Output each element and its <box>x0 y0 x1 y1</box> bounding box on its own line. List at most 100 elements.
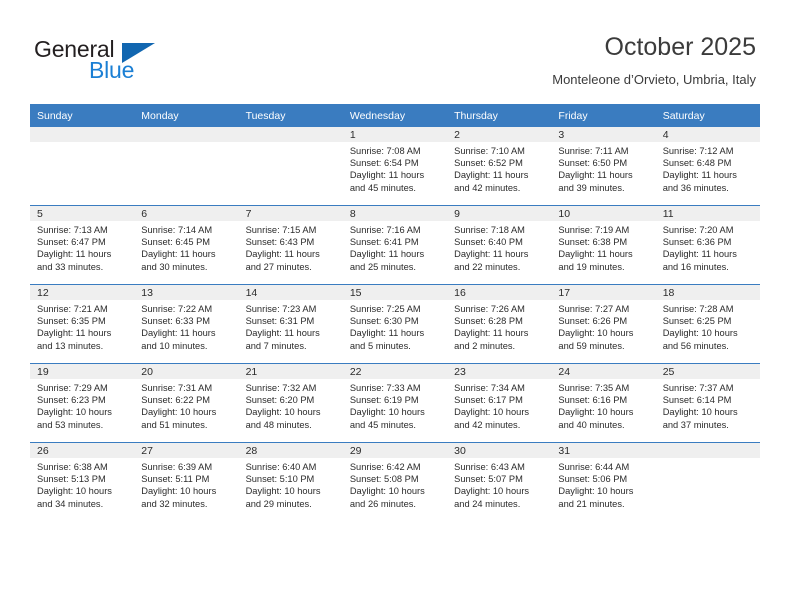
daylight-text: Daylight: 10 hours <box>141 407 217 418</box>
calendar-day-cell[interactable]: 15 Sunrise: 7:25 AM Sunset: 6:30 PM Dayligh… <box>342 284 448 364</box>
day-details: Sunrise: 7:18 AM Sunset: 6:40 PM Daylight:… <box>447 221 551 273</box>
daylight-text: and 16 minutes. <box>662 261 729 272</box>
calendar-day-cell[interactable]: 1 Sunrise: 7:08 AM Sunset: 6:54 PM Daylight… <box>342 127 448 206</box>
sunset-text: Sunset: 6:38 PM <box>558 237 628 248</box>
day-details: Sunrise: 7:22 AM Sunset: 6:33 PM Daylight:… <box>134 300 238 352</box>
calendar-day-cell[interactable]: 28 Sunrise: 6:40 AM Sunset: 5:10 PM Dayligh… <box>238 442 343 521</box>
day-details: Sunrise: 7:20 AM Sunset: 6:36 PM Daylight:… <box>656 221 760 273</box>
day-number <box>134 127 239 142</box>
calendar-page: General Blue October 2025 Monteleone d’O… <box>0 0 792 612</box>
day-cell-inner: 29 Sunrise: 6:42 AM Sunset: 5:08 PM Dayligh… <box>342 443 448 521</box>
logo-word-blue: Blue <box>89 57 135 83</box>
day-details: Sunrise: 7:34 AM Sunset: 6:17 PM Daylight:… <box>447 379 551 431</box>
calendar-day-cell[interactable]: 22 Sunrise: 7:33 AM Sunset: 6:19 PM Dayligh… <box>342 363 448 443</box>
calendar-day-cell[interactable]: 14 Sunrise: 7:23 AM Sunset: 6:31 PM Dayligh… <box>238 284 343 364</box>
day-number: 12 <box>30 285 135 300</box>
sunset-text: Sunset: 6:26 PM <box>558 316 628 327</box>
daylight-text: Daylight: 11 hours <box>454 249 529 260</box>
sunset-text: Sunset: 5:10 PM <box>245 474 315 485</box>
sunrise-sunset-calendar: Sunday Monday Tuesday Wednesday Thursday Frid… <box>30 104 760 521</box>
daylight-text: Daylight: 10 hours <box>37 407 112 418</box>
day-details: Sunrise: 7:29 AM Sunset: 6:23 PM Daylight:… <box>30 379 134 431</box>
day-details: Sunrise: 7:31 AM Sunset: 6:22 PM Daylight:… <box>134 379 238 431</box>
calendar-day-cell[interactable]: 19 Sunrise: 7:29 AM Sunset: 6:23 PM Dayligh… <box>30 363 135 443</box>
day-number: 19 <box>30 364 135 379</box>
calendar-day-cell[interactable]: 13 Sunrise: 7:22 AM Sunset: 6:33 PM Dayligh… <box>134 284 239 364</box>
calendar-day-cell[interactable]: 25 Sunrise: 7:37 AM Sunset: 6:14 PM Dayligh… <box>655 363 760 443</box>
daylight-text: and 34 minutes. <box>37 498 104 509</box>
calendar-day-cell[interactable]: 11 Sunrise: 7:20 AM Sunset: 6:36 PM Dayligh… <box>655 205 760 285</box>
calendar-week-row: 26 Sunrise: 6:38 AM Sunset: 5:13 PM Dayligh… <box>30 442 760 521</box>
daylight-text: and 56 minutes. <box>662 340 729 351</box>
calendar-day-cell[interactable]: 17 Sunrise: 7:27 AM Sunset: 6:26 PM Dayligh… <box>551 284 656 364</box>
day-cell-inner: 28 Sunrise: 6:40 AM Sunset: 5:10 PM Dayligh… <box>238 443 343 521</box>
calendar-week-row: 19 Sunrise: 7:29 AM Sunset: 6:23 PM Dayligh… <box>30 363 760 443</box>
day-cell-inner: 8 Sunrise: 7:16 AM Sunset: 6:41 PM Daylight… <box>342 206 448 284</box>
daylight-text: Daylight: 11 hours <box>349 170 425 181</box>
calendar-header-row: Sunday Monday Tuesday Wednesday Thursday Frid… <box>30 104 760 127</box>
calendar-day-cell[interactable]: 29 Sunrise: 6:42 AM Sunset: 5:08 PM Dayligh… <box>342 442 448 521</box>
day-details: Sunrise: 6:40 AM Sunset: 5:10 PM Daylight:… <box>239 458 343 510</box>
sunset-text: Sunset: 6:45 PM <box>141 237 211 248</box>
daylight-text: Daylight: 11 hours <box>141 328 216 339</box>
calendar-week-row: 12 Sunrise: 7:21 AM Sunset: 6:35 PM Dayligh… <box>30 284 760 364</box>
sunset-text: Sunset: 6:52 PM <box>454 158 523 169</box>
day-details: Sunrise: 7:21 AM Sunset: 6:35 PM Daylight:… <box>30 300 134 352</box>
day-cell-inner: 11 Sunrise: 7:20 AM Sunset: 6:36 PM Dayligh… <box>655 206 760 284</box>
day-number: 7 <box>238 206 343 221</box>
day-cell-inner <box>238 127 343 205</box>
sunset-text: Sunset: 5:06 PM <box>558 474 628 485</box>
sunrise-text: Sunrise: 7:16 AM <box>349 225 421 235</box>
sunset-text: Sunset: 6:33 PM <box>141 316 211 327</box>
day-number: 13 <box>134 285 239 300</box>
sunset-text: Sunset: 6:35 PM <box>37 316 106 327</box>
sunrise-text: Sunrise: 7:31 AM <box>141 383 213 393</box>
day-cell-inner: 1 Sunrise: 7:08 AM Sunset: 6:54 PM Daylight… <box>342 127 448 205</box>
calendar-day-cell[interactable]: 3 Sunrise: 7:11 AM Sunset: 6:50 PM Daylight… <box>551 127 656 206</box>
sunrise-text: Sunrise: 7:37 AM <box>662 383 734 393</box>
sunrise-text: Sunrise: 6:39 AM <box>141 462 213 472</box>
calendar-day-cell[interactable]: 31 Sunrise: 6:44 AM Sunset: 5:06 PM Dayligh… <box>551 442 656 521</box>
calendar-day-cell[interactable]: 26 Sunrise: 6:38 AM Sunset: 5:13 PM Dayligh… <box>30 442 135 521</box>
calendar-day-cell[interactable]: 9 Sunrise: 7:18 AM Sunset: 6:40 PM Daylight… <box>447 205 552 285</box>
calendar-day-cell[interactable]: 8 Sunrise: 7:16 AM Sunset: 6:41 PM Daylight… <box>342 205 448 285</box>
calendar-day-cell[interactable]: 16 Sunrise: 7:26 AM Sunset: 6:28 PM Dayligh… <box>447 284 552 364</box>
calendar-day-cell[interactable]: 4 Sunrise: 7:12 AM Sunset: 6:48 PM Daylight… <box>655 127 760 206</box>
calendar-day-cell[interactable]: 27 Sunrise: 6:39 AM Sunset: 5:11 PM Dayligh… <box>134 442 239 521</box>
daylight-text: Daylight: 10 hours <box>349 486 425 497</box>
sunrise-text: Sunrise: 7:28 AM <box>662 304 734 314</box>
calendar-day-cell[interactable]: 23 Sunrise: 7:34 AM Sunset: 6:17 PM Dayligh… <box>447 363 552 443</box>
calendar-day-cell[interactable]: 20 Sunrise: 7:31 AM Sunset: 6:22 PM Dayligh… <box>134 363 239 443</box>
calendar-day-cell[interactable]: 12 Sunrise: 7:21 AM Sunset: 6:35 PM Dayligh… <box>30 284 135 364</box>
calendar-day-cell[interactable]: 5 Sunrise: 7:13 AM Sunset: 6:47 PM Daylight… <box>30 205 135 285</box>
daylight-text: and 26 minutes. <box>349 498 416 509</box>
calendar-day-cell[interactable]: 7 Sunrise: 7:15 AM Sunset: 6:43 PM Daylight… <box>238 205 343 285</box>
day-details: Sunrise: 7:14 AM Sunset: 6:45 PM Daylight:… <box>134 221 238 273</box>
sunrise-text: Sunrise: 7:25 AM <box>349 304 421 314</box>
day-cell-inner: 2 Sunrise: 7:10 AM Sunset: 6:52 PM Daylight… <box>447 127 552 205</box>
calendar-cell-empty <box>238 127 343 206</box>
sunset-text: Sunset: 6:19 PM <box>349 395 419 406</box>
calendar-day-cell[interactable]: 24 Sunrise: 7:35 AM Sunset: 6:16 PM Dayligh… <box>551 363 656 443</box>
day-number: 11 <box>655 206 760 221</box>
calendar-day-cell[interactable]: 18 Sunrise: 7:28 AM Sunset: 6:25 PM Dayligh… <box>655 284 760 364</box>
day-number <box>30 127 135 142</box>
weekday-header-friday: Friday <box>551 104 656 127</box>
daylight-text: Daylight: 10 hours <box>349 407 425 418</box>
day-details: Sunrise: 7:26 AM Sunset: 6:28 PM Daylight:… <box>447 300 551 352</box>
calendar-day-cell[interactable]: 2 Sunrise: 7:10 AM Sunset: 6:52 PM Daylight… <box>447 127 552 206</box>
calendar-day-cell[interactable]: 10 Sunrise: 7:19 AM Sunset: 6:38 PM Dayligh… <box>551 205 656 285</box>
day-details: Sunrise: 7:08 AM Sunset: 6:54 PM Daylight:… <box>343 142 447 194</box>
calendar-day-cell[interactable]: 30 Sunrise: 6:43 AM Sunset: 5:07 PM Dayligh… <box>447 442 552 521</box>
calendar-day-cell[interactable]: 21 Sunrise: 7:32 AM Sunset: 6:20 PM Dayligh… <box>238 363 343 443</box>
calendar-day-cell[interactable]: 6 Sunrise: 7:14 AM Sunset: 6:45 PM Daylight… <box>134 205 239 285</box>
sunrise-text: Sunrise: 6:44 AM <box>558 462 630 472</box>
sunset-text: Sunset: 5:13 PM <box>37 474 106 485</box>
sunset-text: Sunset: 6:50 PM <box>558 158 628 169</box>
generalblue-logo[interactable]: General Blue <box>34 36 254 92</box>
daylight-text: Daylight: 11 hours <box>245 249 320 260</box>
sunrise-text: Sunrise: 7:29 AM <box>37 383 108 393</box>
daylight-text: Daylight: 10 hours <box>662 328 738 339</box>
sunrise-text: Sunrise: 7:15 AM <box>245 225 317 235</box>
sunset-text: Sunset: 6:22 PM <box>141 395 211 406</box>
